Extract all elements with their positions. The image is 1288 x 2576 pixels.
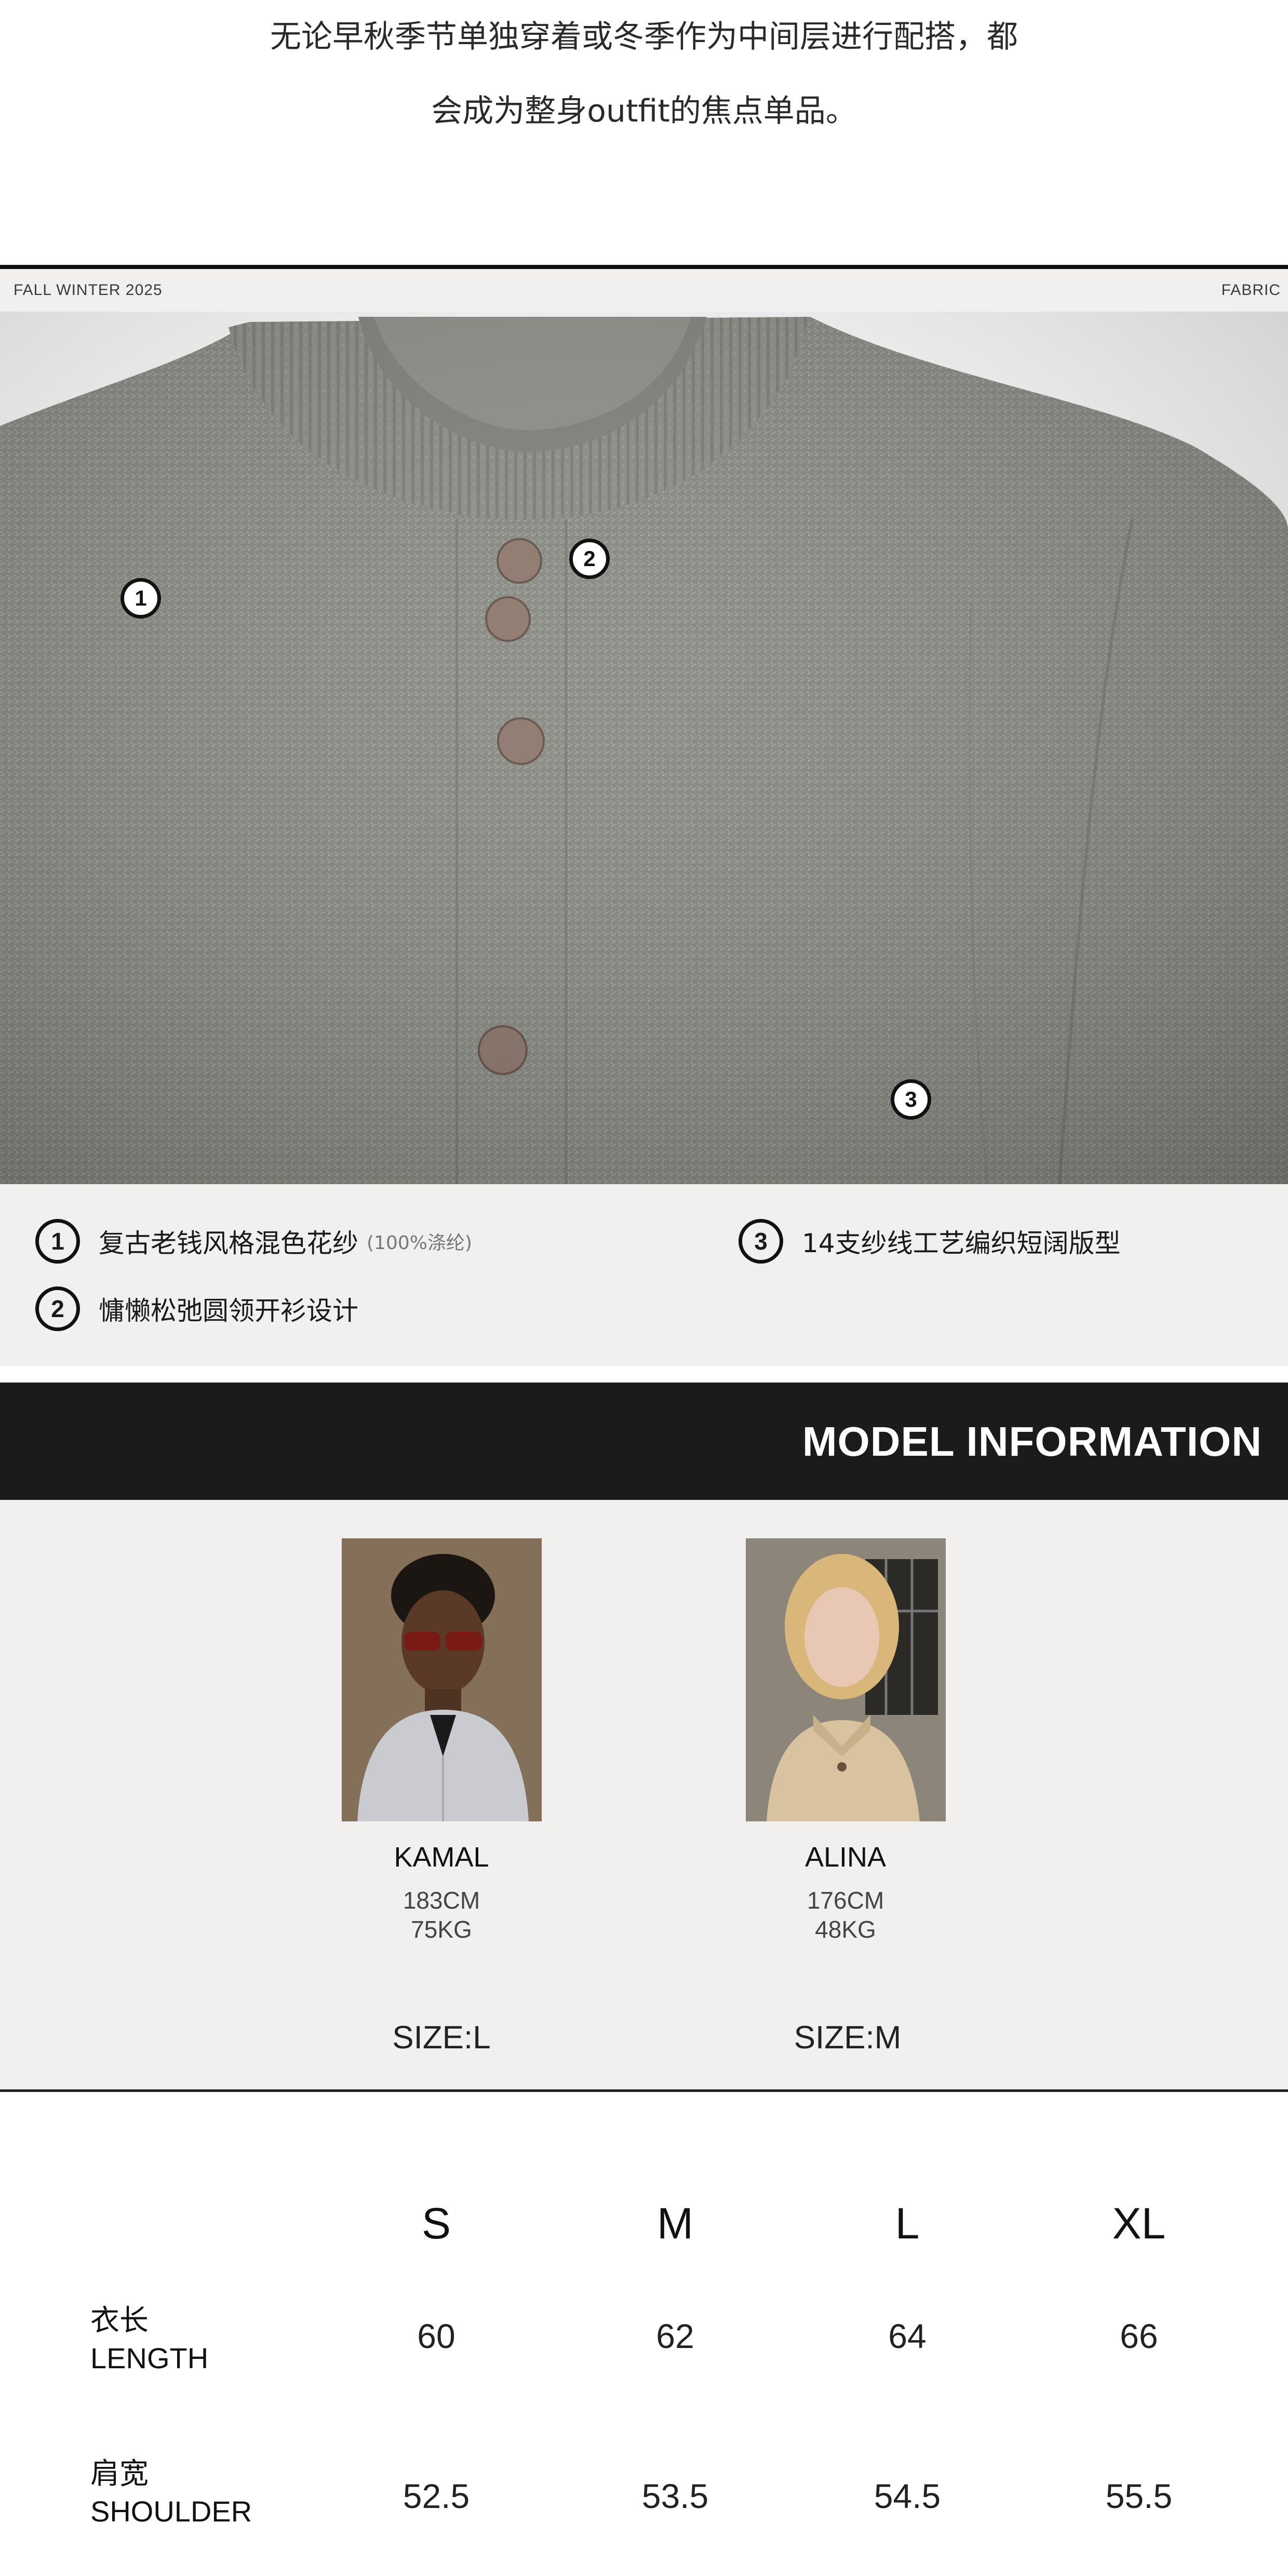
table-cell: 62 — [656, 2317, 694, 2355]
fabric-marker-1: 1 — [120, 578, 161, 619]
model-size-kamal: SIZE:L — [392, 2020, 491, 2056]
model-weight: 75KG — [411, 1916, 472, 1943]
fabric-marker-3: 3 — [891, 1079, 931, 1120]
size-header-l: L — [895, 2199, 920, 2248]
model-name: ALINA — [804, 1842, 887, 1873]
model-info-panel: KAMAL 183CM 75KG ALINA 176CM 48KG SIZE:L… — [0, 1500, 1288, 2092]
fabric-marker-2: 2 — [569, 539, 610, 579]
intro-line-2: 会成为整身outfit的焦点单品。 — [431, 93, 857, 129]
row-label-shoulder: 肩宽 SHOULDER — [90, 2456, 252, 2530]
fabric-legend: 1 复古老钱风格混色花纱 (100%涤纶) 2 慵懒松弛圆领开衫设计 3 14支… — [0, 1184, 1288, 1366]
model-info-title: MODEL INFORMATION — [802, 1418, 1262, 1465]
model-height: 183CM — [403, 1887, 480, 1914]
model-info-header: MODEL INFORMATION — [0, 1383, 1288, 1500]
sweater-illustration — [0, 312, 1288, 1184]
size-chart: S M L XL 衣长 LENGTH 60 62 64 66 肩宽 SHOULD… — [0, 2092, 1288, 2576]
section-divider — [0, 265, 1288, 269]
feature-text: 14支纱线工艺编织短阔版型 — [802, 1228, 1121, 1258]
feature-number: 2 — [35, 1286, 80, 1331]
table-cell: 55.5 — [1105, 2477, 1173, 2515]
feature-item-3: 3 14支纱线工艺编织短阔版型 — [739, 1219, 1121, 1264]
size-header-s: S — [421, 2199, 451, 2248]
season-label: FALL WINTER 2025 — [14, 281, 163, 299]
fabric-header: FALL WINTER 2025 FABRIC — [0, 269, 1288, 312]
intro-line-1: 无论早秋季节单独穿着或冬季作为中间层进行配搭，都 — [270, 19, 1018, 55]
feature-item-2: 2 慵懒松弛圆领开衫设计 — [35, 1286, 358, 1331]
row-label-length: 衣长 LENGTH — [90, 2302, 208, 2377]
model-photo — [745, 1538, 946, 1821]
table-cell: 53.5 — [641, 2477, 709, 2515]
model-name: KAMAL — [394, 1842, 489, 1873]
feature-number: 3 — [739, 1219, 783, 1264]
table-cell: 64 — [888, 2317, 927, 2355]
size-header-xl: XL — [1112, 2199, 1166, 2248]
feature-item-1: 1 复古老钱风格混色花纱 (100%涤纶) — [35, 1219, 472, 1264]
table-cell: 52.5 — [403, 2477, 470, 2515]
row-label-cn: 衣长 — [90, 2304, 149, 2338]
table-cell: 66 — [1120, 2317, 1158, 2355]
model-card-kamal: KAMAL 183CM 75KG — [338, 1538, 545, 1944]
model-height: 176CM — [807, 1887, 884, 1914]
model-size-alina: SIZE:M — [794, 2020, 902, 2056]
size-header-m: M — [657, 2199, 693, 2248]
row-label-cn: 肩宽 — [90, 2457, 149, 2491]
model-photo — [341, 1538, 542, 1821]
row-label-en: SHOULDER — [90, 2495, 252, 2528]
row-label-en: LENGTH — [90, 2342, 209, 2374]
model-weight: 48KG — [815, 1916, 876, 1943]
sweater-detail-photo: 1 2 3 — [0, 312, 1288, 1184]
table-cell: 54.5 — [874, 2477, 941, 2515]
table-cell: 60 — [417, 2317, 455, 2355]
feature-number: 1 — [35, 1219, 80, 1264]
feature-text: 复古老钱风格混色花纱 — [99, 1228, 358, 1258]
feature-note: (100%涤纶) — [367, 1232, 473, 1254]
fabric-label: FABRIC — [1221, 281, 1281, 299]
feature-text: 慵懒松弛圆领开衫设计 — [99, 1296, 358, 1326]
model-card-alina: ALINA 176CM 48KG — [742, 1538, 949, 1944]
